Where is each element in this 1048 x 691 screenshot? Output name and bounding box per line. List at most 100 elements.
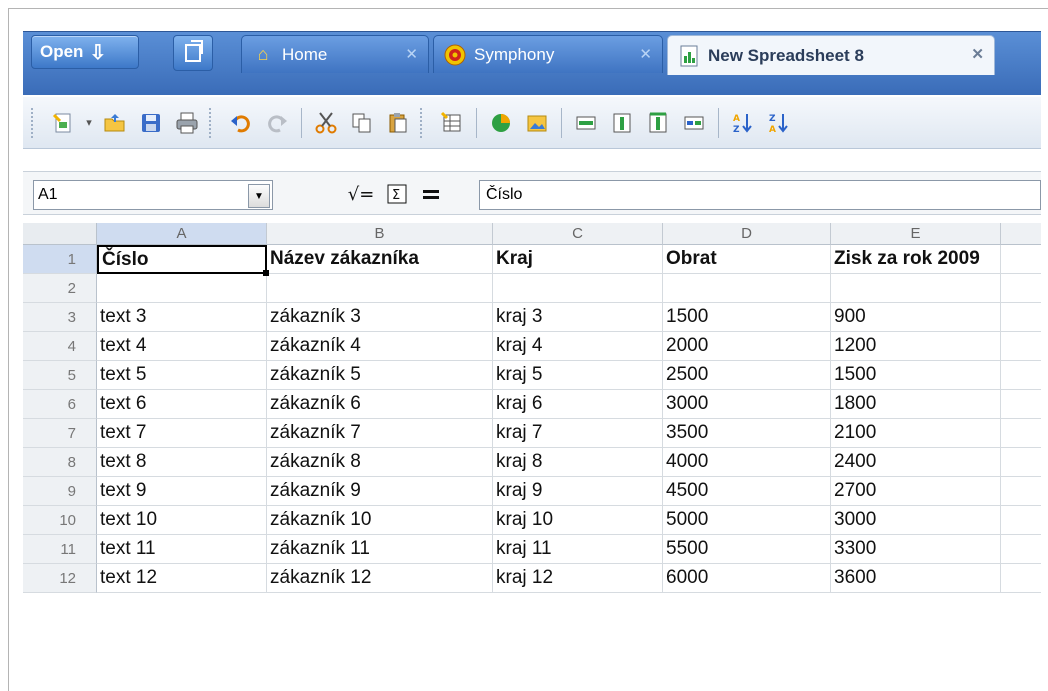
table-cell[interactable]: 1200 [831, 332, 1001, 361]
table-cell[interactable]: zákazník 6 [267, 390, 493, 419]
column-header[interactable]: C [493, 223, 663, 245]
save-icon[interactable] [138, 110, 164, 136]
table-cell[interactable]: text 9 [97, 477, 267, 506]
table-cell[interactable]: zákazník 7 [267, 419, 493, 448]
select-all-corner[interactable] [23, 223, 97, 245]
pie-chart-icon[interactable] [488, 110, 514, 136]
table-cell[interactable]: 1500 [663, 303, 831, 332]
table-cell[interactable]: 900 [831, 303, 1001, 332]
insert-column-icon[interactable] [609, 110, 635, 136]
table-cell[interactable]: kraj 9 [493, 477, 663, 506]
column-header[interactable]: B [267, 223, 493, 245]
table-cell[interactable] [1001, 535, 1041, 564]
redo-icon[interactable] [264, 110, 290, 136]
table-cell[interactable]: zákazník 12 [267, 564, 493, 593]
row-header[interactable]: 9 [23, 477, 97, 506]
table-cell[interactable] [1001, 361, 1041, 390]
fill-handle[interactable] [263, 270, 269, 276]
delete-column-icon[interactable] [645, 110, 671, 136]
table-cell[interactable]: text 12 [97, 564, 267, 593]
column-header[interactable]: D [663, 223, 831, 245]
table-cell[interactable]: zákazník 9 [267, 477, 493, 506]
table-cell[interactable]: 2400 [831, 448, 1001, 477]
table-cell[interactable]: kraj 4 [493, 332, 663, 361]
table-cell[interactable] [663, 274, 831, 303]
table-cell[interactable] [1001, 332, 1041, 361]
formula-input[interactable]: Číslo [479, 180, 1041, 210]
toolbar-grip[interactable] [31, 107, 39, 138]
tab-home[interactable]: ⌂ Home ✕ [241, 35, 429, 73]
row-header[interactable]: 12 [23, 564, 97, 593]
row-header[interactable]: 11 [23, 535, 97, 564]
table-cell[interactable]: 4500 [663, 477, 831, 506]
dropdown-arrow-icon[interactable]: ▾ [83, 110, 95, 136]
column-header[interactable]: A [97, 223, 267, 245]
table-cell[interactable]: kraj 8 [493, 448, 663, 477]
new-document-icon[interactable] [50, 110, 76, 136]
table-cell[interactable]: 1800 [831, 390, 1001, 419]
table-cell[interactable] [1001, 245, 1041, 274]
table-cell[interactable]: 5000 [663, 506, 831, 535]
sum-icon[interactable]: Σ [383, 180, 411, 208]
table-cell[interactable]: 2500 [663, 361, 831, 390]
insert-row-icon[interactable] [573, 110, 599, 136]
table-cell[interactable] [831, 274, 1001, 303]
table-cell[interactable]: text 7 [97, 419, 267, 448]
table-cell[interactable]: zákazník 5 [267, 361, 493, 390]
table-cell[interactable] [1001, 274, 1041, 303]
table-cell[interactable]: kraj 6 [493, 390, 663, 419]
table-cell[interactable]: Číslo [97, 245, 267, 274]
tab-symphony[interactable]: Symphony ✕ [433, 35, 663, 73]
formula-equals-icon[interactable] [417, 180, 445, 208]
table-cell[interactable] [267, 274, 493, 303]
table-cell[interactable]: 3000 [831, 506, 1001, 535]
table-cell[interactable]: text 6 [97, 390, 267, 419]
table-cell[interactable] [97, 274, 267, 303]
function-wizard-icon[interactable]: √= [347, 180, 375, 208]
table-cell[interactable] [1001, 506, 1041, 535]
sort-ascending-icon[interactable]: AZ [730, 110, 756, 136]
table-cell[interactable]: kraj 10 [493, 506, 663, 535]
table-cell[interactable]: 5500 [663, 535, 831, 564]
column-header[interactable]: E [831, 223, 1001, 245]
table-cell[interactable]: text 8 [97, 448, 267, 477]
table-cell[interactable] [1001, 564, 1041, 593]
window-switch-button[interactable] [173, 35, 213, 71]
table-cell[interactable]: zákazník 3 [267, 303, 493, 332]
table-cell[interactable]: 6000 [663, 564, 831, 593]
close-icon[interactable]: ✕ [971, 45, 984, 63]
table-cell[interactable]: 4000 [663, 448, 831, 477]
cut-icon[interactable] [313, 110, 339, 136]
table-cell[interactable] [1001, 390, 1041, 419]
chevron-down-icon[interactable]: ▼ [248, 184, 270, 208]
table-cell[interactable]: text 5 [97, 361, 267, 390]
table-cell[interactable]: Zisk za rok 2009 [831, 245, 1001, 274]
row-header[interactable]: 10 [23, 506, 97, 535]
undo-icon[interactable] [228, 110, 254, 136]
tab-new-spreadsheet[interactable]: New Spreadsheet 8 ✕ [667, 35, 995, 75]
table-cell[interactable]: 2100 [831, 419, 1001, 448]
name-box[interactable]: A1 ▼ [33, 180, 273, 210]
table-cell[interactable]: kraj 12 [493, 564, 663, 593]
table-cell[interactable]: 1500 [831, 361, 1001, 390]
row-header[interactable]: 3 [23, 303, 97, 332]
row-header[interactable]: 6 [23, 390, 97, 419]
table-cell[interactable] [1001, 303, 1041, 332]
row-header[interactable]: 8 [23, 448, 97, 477]
table-cell[interactable]: zákazník 10 [267, 506, 493, 535]
table-cell[interactable]: kraj 11 [493, 535, 663, 564]
table-cell[interactable]: 3000 [663, 390, 831, 419]
toolbar-grip[interactable] [420, 107, 428, 138]
column-header[interactable] [1001, 223, 1041, 245]
table-cell[interactable]: text 10 [97, 506, 267, 535]
table-cell[interactable]: text 3 [97, 303, 267, 332]
row-header[interactable]: 2 [23, 274, 97, 303]
row-header[interactable]: 7 [23, 419, 97, 448]
table-cell[interactable]: kraj 3 [493, 303, 663, 332]
table-cell[interactable]: zákazník 8 [267, 448, 493, 477]
open-button[interactable]: Open ⇩ [31, 35, 139, 69]
copy-icon[interactable] [349, 110, 375, 136]
table-cell[interactable]: 2000 [663, 332, 831, 361]
table-cell[interactable]: Název zákazníka [267, 245, 493, 274]
table-cell[interactable]: 3300 [831, 535, 1001, 564]
